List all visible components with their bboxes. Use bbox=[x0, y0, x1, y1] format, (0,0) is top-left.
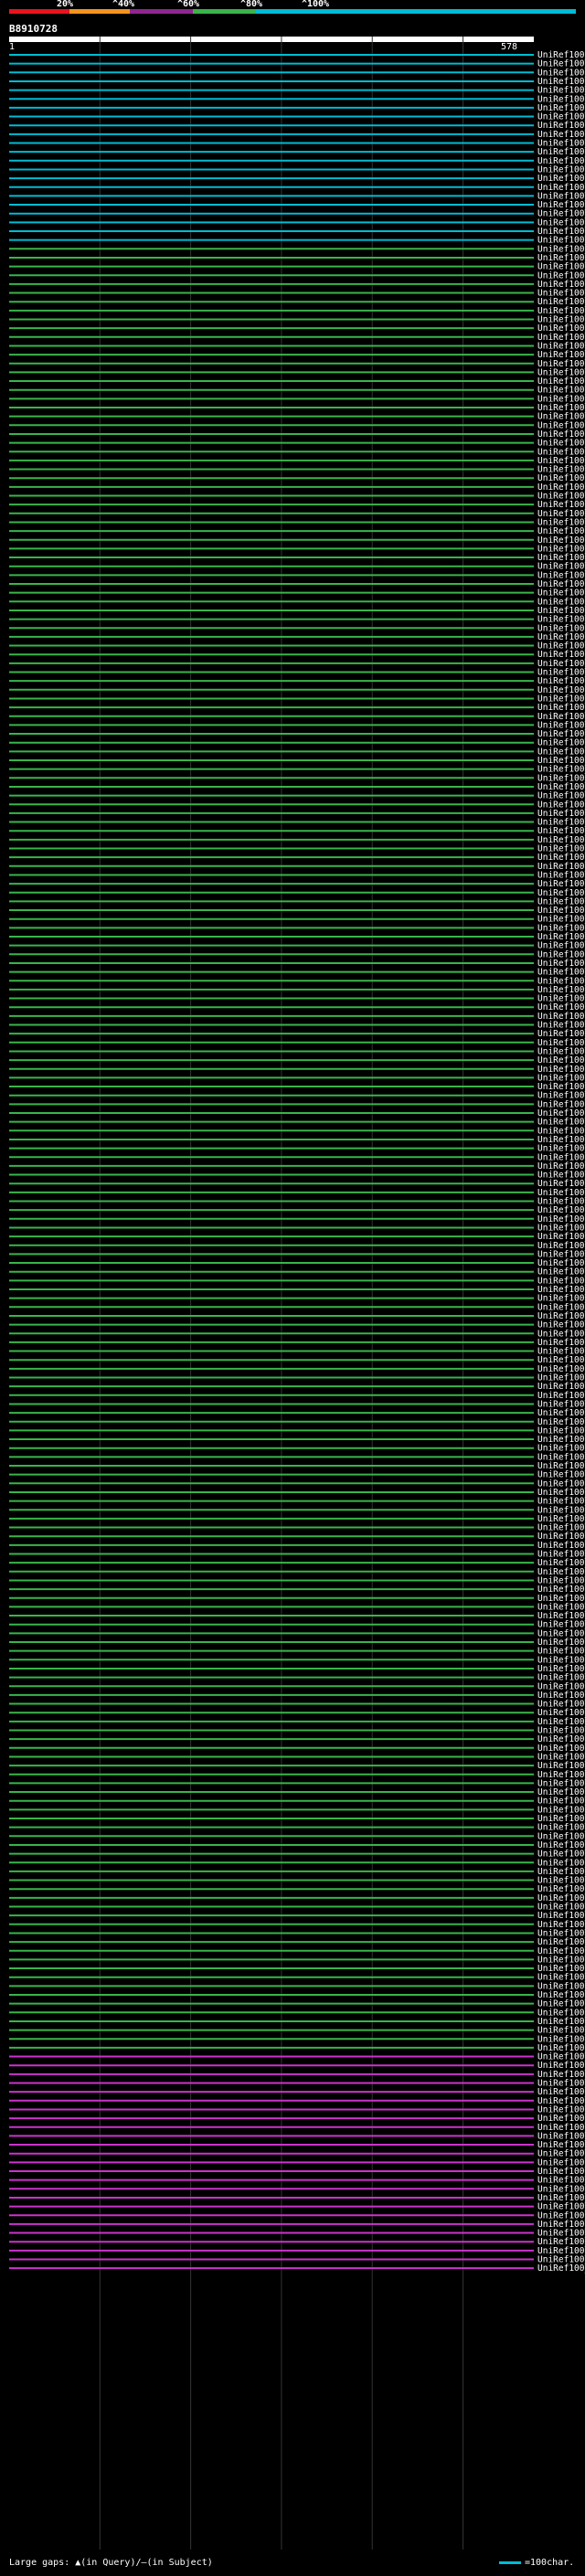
legend-line-sample bbox=[499, 2560, 521, 2564]
footer: Large gaps: ▲(in Query)/—(in Subject) =1… bbox=[9, 2557, 576, 2570]
hit-label[interactable]: UniRef100_B9N7P5 bbox=[537, 2263, 585, 2274]
gap-legend: Large gaps: ▲(in Query)/—(in Subject) bbox=[9, 2558, 213, 2568]
scale-legend: =100char. bbox=[499, 2557, 574, 2570]
alignment-plot: UniRef100_UP1000..UniRef100_Q7XB35UniRef… bbox=[9, 37, 585, 2549]
legend-label: =100char. bbox=[525, 2558, 575, 2568]
